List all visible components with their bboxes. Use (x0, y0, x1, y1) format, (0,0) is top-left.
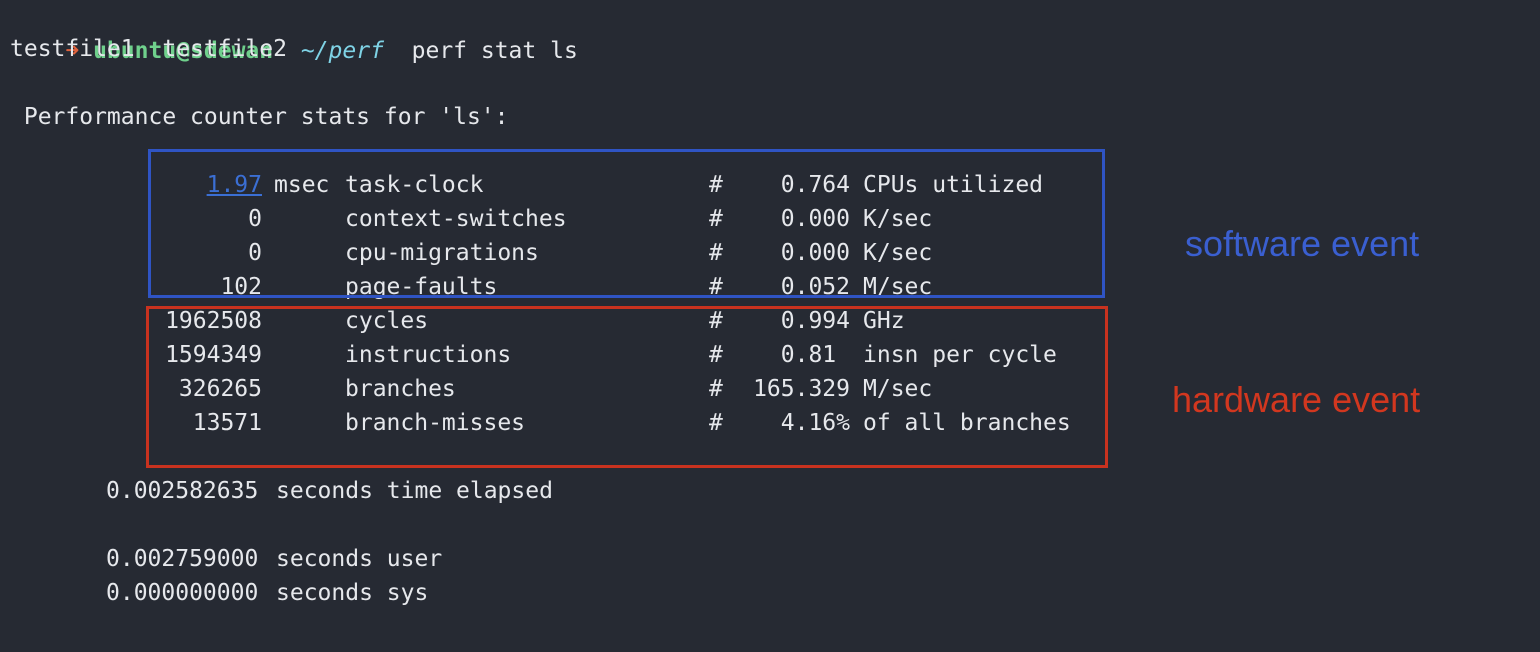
time-desc: seconds sys (276, 580, 429, 606)
time-desc: seconds user (276, 546, 443, 572)
time-desc: seconds time elapsed (276, 478, 553, 504)
software-event-label: software event (1185, 223, 1420, 264)
time-value: 0.002582635 (106, 478, 259, 504)
stats-header: Performance counter stats for 'ls': (10, 104, 509, 130)
time-value: 0.000000000 (106, 580, 259, 606)
hardware-event-label: hardware event (1172, 379, 1421, 420)
ls-output: testfile1 testfile2 (10, 36, 287, 62)
hardware-event-box (146, 306, 1108, 468)
prompt-path: ~/perf (300, 38, 384, 64)
prompt-line: ➜ ubuntu@sdewan ~/perf perf stat ls (10, 0, 577, 64)
terminal-window[interactable]: ➜ ubuntu@sdewan ~/perf perf stat ls test… (0, 0, 1540, 652)
prompt-command: perf stat ls (411, 38, 578, 64)
time-value: 0.002759000 (106, 546, 259, 572)
software-event-box (148, 149, 1105, 298)
